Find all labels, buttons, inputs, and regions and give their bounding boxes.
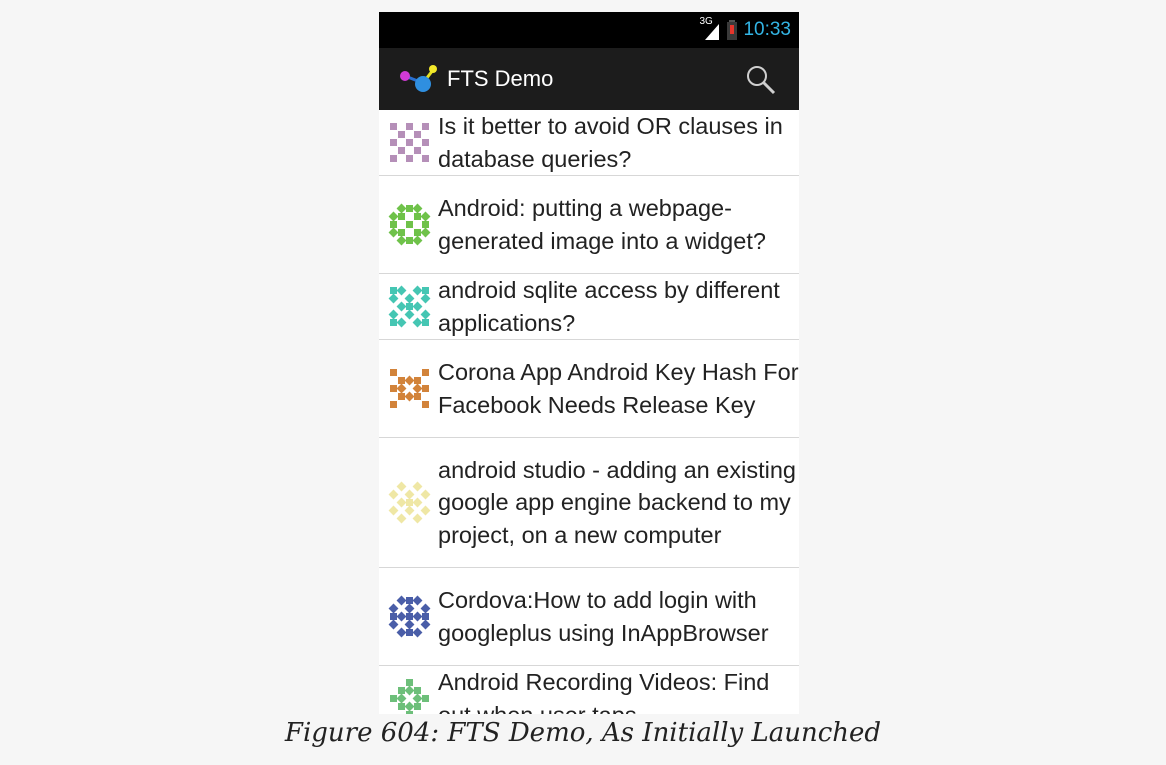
- question-title: Android: putting a webpage-generated ima…: [438, 195, 766, 254]
- network-indicator: 3G: [699, 16, 721, 41]
- avatar-identicon-icon: [388, 595, 431, 637]
- question-title: Is it better to avoid OR clauses in data…: [438, 113, 783, 172]
- avatar-identicon-icon: [390, 122, 429, 162]
- figure-caption: Figure 604: FTS Demo, As Initially Launc…: [284, 718, 882, 748]
- action-bar: FTS Demo: [379, 48, 799, 110]
- clock: 10:33: [743, 19, 791, 40]
- question-title: Corona App Android Key Hash For Facebook…: [438, 359, 799, 418]
- question-title: Cordova:How to add login with googleplus…: [438, 587, 769, 646]
- avatar-identicon-icon: [390, 368, 429, 408]
- list-item[interactable]: Is it better to avoid OR clauses in data…: [379, 110, 799, 176]
- list-item[interactable]: Android Recording Videos: Find out when …: [379, 666, 799, 714]
- question-title: android sqlite access by different appli…: [438, 277, 780, 336]
- question-title: Android Recording Videos: Find out when …: [438, 669, 770, 714]
- avatar-identicon-icon: [388, 481, 431, 523]
- list-item[interactable]: android sqlite access by different appli…: [379, 274, 799, 340]
- app-logo-icon: [400, 65, 437, 92]
- avatar-identicon-icon: [388, 285, 431, 327]
- list-item[interactable]: Android: putting a webpage-generated ima…: [379, 176, 799, 274]
- question-title: android studio - adding an existing goog…: [438, 456, 796, 548]
- question-list[interactable]: Is it better to avoid OR clauses in data…: [379, 110, 799, 714]
- avatar-identicon-icon: [388, 203, 431, 245]
- list-item[interactable]: Cordova:How to add login with googleplus…: [379, 568, 799, 666]
- battery-icon: [727, 20, 738, 40]
- signal-icon: [705, 24, 720, 40]
- phone-screen: 3G 10:33 FTS Demo Is it better to avoid …: [379, 12, 799, 714]
- status-bar: 3G 10:33: [379, 12, 799, 48]
- avatar-identicon-icon: [390, 678, 429, 714]
- app-title: FTS Demo: [447, 66, 554, 91]
- list-item[interactable]: android studio - adding an existing goog…: [379, 438, 799, 568]
- search-icon[interactable]: [745, 64, 777, 96]
- list-item[interactable]: Corona App Android Key Hash For Facebook…: [379, 340, 799, 438]
